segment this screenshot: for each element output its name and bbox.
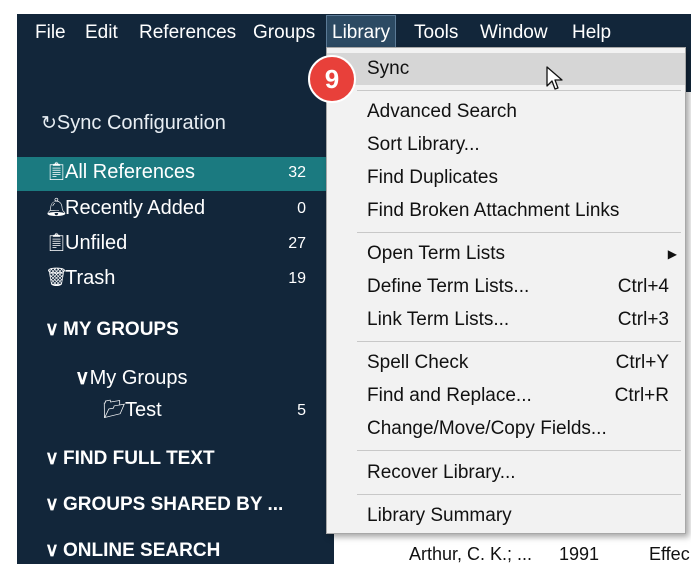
menu-separator [357, 341, 681, 342]
menu-item-shortcut: Ctrl+Y [615, 352, 669, 373]
sidebar-item-label: Recently Added [65, 197, 206, 219]
menu-item-label: Advanced Search [367, 101, 517, 122]
chevron-down-icon: ∨ [45, 540, 59, 561]
chevron-down-icon: ∨ [45, 494, 59, 515]
menu-item-advanced-search[interactable]: Advanced Search [327, 96, 685, 128]
sidebar-item-count: 27 [288, 235, 306, 252]
clipboard-icon: 📋︎ [45, 232, 68, 252]
sidebar-item-recently-added[interactable]: 🔔︎ Recently Added 0 [17, 193, 334, 227]
sidebar-item-label: All References [65, 161, 196, 183]
menu-item-label: Sync [367, 58, 410, 79]
menu-item-shortcut: Ctrl+R [614, 385, 669, 406]
menu-item-label: Spell Check [367, 352, 469, 373]
menu-item-open-term-lists[interactable]: Open Term Lists ▶ [327, 238, 685, 270]
clipboard-icon: 📋︎ [45, 161, 68, 181]
sidebar-item-label: Test [125, 399, 162, 421]
online-search-header[interactable]: ∨ ONLINE SEARCH [45, 539, 220, 562]
chevron-down-icon: ∨ [45, 448, 59, 469]
reference-year[interactable]: 1991 [559, 544, 599, 564]
menu-item-label: Define Term Lists... [367, 276, 530, 297]
sidebar-item-count: 32 [288, 164, 306, 181]
reference-author[interactable]: Arthur, C. K.; ... [409, 544, 532, 564]
sidebar-item-test-group[interactable]: 📂︎ Test 5 [17, 395, 334, 429]
menu-separator [357, 494, 681, 495]
menu-item-find-duplicates[interactable]: Find Duplicates [327, 162, 685, 194]
sidebar-item-label: Trash [65, 267, 116, 289]
bell-icon: 🔔︎ [45, 197, 68, 217]
my-groups-folder[interactable]: ∨My Groups [75, 365, 187, 390]
sync-configuration-button[interactable]: ↻Sync Configuration [41, 112, 226, 135]
menu-references[interactable]: References [134, 14, 241, 52]
menu-item-label: Sort Library... [367, 134, 480, 155]
menu-file[interactable]: File [30, 14, 71, 52]
menu-separator [357, 90, 681, 91]
menu-item-label: Change/Move/Copy Fields... [367, 418, 607, 439]
sidebar-item-label: Unfiled [65, 232, 128, 254]
menu-edit[interactable]: Edit [80, 14, 123, 52]
menu-item-sync[interactable]: Sync [327, 53, 685, 85]
groups-shared-label: GROUPS SHARED BY ... [63, 494, 284, 515]
find-full-text-label: FIND FULL TEXT [63, 448, 215, 469]
menu-item-spell-check[interactable]: Spell Check Ctrl+Y [327, 347, 685, 379]
menu-item-label: Find Broken Attachment Links [367, 200, 620, 221]
sidebar-item-trash[interactable]: 🗑︎ Trash 19 [17, 263, 334, 297]
trash-icon: 🗑︎ [45, 267, 68, 287]
submenu-arrow-icon: ▶ [667, 247, 677, 261]
menu-item-sort-library[interactable]: Sort Library... [327, 129, 685, 161]
menu-item-label: Open Term Lists [367, 243, 505, 264]
menu-item-shortcut: Ctrl+4 [617, 276, 669, 297]
menu-item-label: Link Term Lists... [367, 309, 510, 330]
sidebar-item-unfiled[interactable]: 📋︎ Unfiled 27 [17, 228, 334, 262]
sidebar-item-all-references[interactable]: 📋︎ All References 32 [17, 157, 334, 191]
menu-item-link-term-lists[interactable]: Link Term Lists... Ctrl+3 [327, 304, 685, 336]
sync-configuration-label: Sync Configuration [56, 112, 226, 134]
menu-item-find-and-replace[interactable]: Find and Replace... Ctrl+R [327, 380, 685, 412]
chevron-down-icon: ∨ [75, 367, 90, 389]
step-number-badge: 9 [308, 55, 356, 103]
my-groups-header-label: MY GROUPS [63, 319, 179, 340]
menu-item-label: Recover Library... [367, 462, 516, 483]
menu-item-label: Library Summary [367, 505, 512, 526]
online-search-label: ONLINE SEARCH [63, 540, 221, 561]
menu-item-shortcut: Ctrl+3 [617, 309, 669, 330]
menu-item-library-summary[interactable]: Library Summary [327, 500, 685, 532]
library-menu-dropdown: Sync Advanced Search Sort Library... Fin… [326, 47, 686, 534]
menu-separator [357, 450, 681, 451]
menu-groups[interactable]: Groups [248, 14, 320, 52]
menu-item-label: Find Duplicates [367, 167, 498, 188]
reference-title[interactable]: Effec [649, 544, 690, 564]
find-full-text-header[interactable]: ∨ FIND FULL TEXT [45, 447, 215, 470]
group-icon: 📂︎ [103, 399, 126, 419]
sync-icon: ↻ [41, 113, 57, 134]
chevron-down-icon: ∨ [45, 319, 59, 340]
my-groups-header[interactable]: ∨ MY GROUPS [45, 318, 179, 341]
menu-item-define-term-lists[interactable]: Define Term Lists... Ctrl+4 [327, 271, 685, 303]
menu-item-change-move-copy[interactable]: Change/Move/Copy Fields... [327, 413, 685, 445]
sidebar: ↻Sync Configuration 📋︎ All References 32… [17, 52, 334, 564]
groups-shared-header[interactable]: ∨ GROUPS SHARED BY ... [45, 493, 283, 516]
my-groups-folder-label: My Groups [89, 367, 188, 389]
sidebar-item-count: 19 [288, 270, 306, 287]
sidebar-item-count: 5 [297, 402, 306, 419]
menu-library[interactable]: Library [326, 15, 397, 51]
mouse-pointer-icon [546, 66, 563, 90]
menu-separator [357, 232, 681, 233]
menu-item-recover-library[interactable]: Recover Library... [327, 457, 685, 489]
menu-item-label: Find and Replace... [367, 385, 532, 406]
sidebar-item-count: 0 [297, 200, 306, 217]
menu-item-find-broken-links[interactable]: Find Broken Attachment Links [327, 195, 685, 227]
